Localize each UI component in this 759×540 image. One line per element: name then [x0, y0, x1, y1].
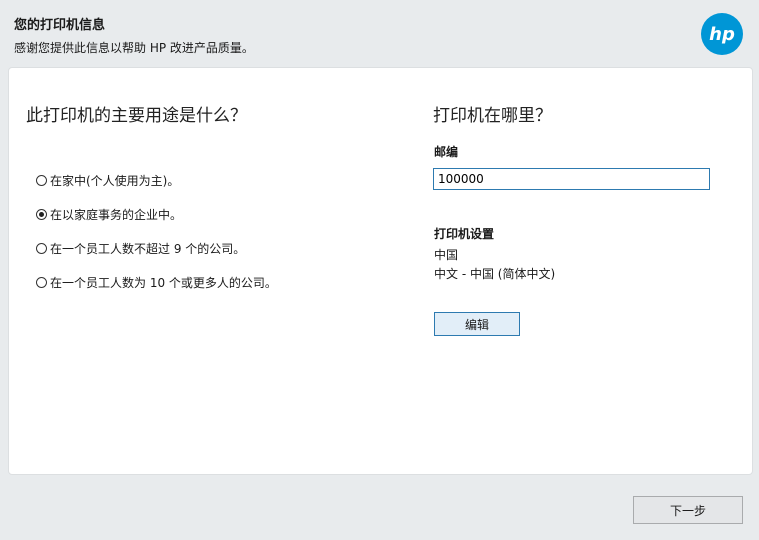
printer-settings-title: 打印机设置	[434, 227, 495, 241]
printer-language: 中文 - 中国 (简体中文)	[434, 267, 556, 281]
content-panel: 此打印机的主要用途是什么？ 在家中(个人使用为主)。 在以家庭事务的企业中。 在…	[8, 67, 753, 475]
radio-button-selected[interactable]	[36, 209, 47, 220]
hp-logo: hp	[701, 13, 743, 55]
radio-button[interactable]	[36, 277, 47, 288]
usage-option-label: 在家中(个人使用为主)。	[50, 174, 180, 188]
edit-button[interactable]: 编辑	[434, 312, 520, 336]
radio-button[interactable]	[36, 175, 47, 186]
zip-label: 邮编	[434, 145, 459, 159]
usage-option-small-company[interactable]: 在一个员工人数不超过 9 个的公司。	[36, 240, 245, 257]
usage-option-label: 在以家庭事务的企业中。	[50, 208, 183, 222]
usage-option-home-business[interactable]: 在以家庭事务的企业中。	[36, 206, 182, 223]
hp-logo-text: hp	[709, 24, 735, 45]
radio-button[interactable]	[36, 243, 47, 254]
usage-option-large-company[interactable]: 在一个员工人数为 10 个或更多人的公司。	[36, 274, 277, 291]
next-button[interactable]: 下一步	[633, 496, 743, 524]
header-title: 您的打印机信息	[14, 18, 106, 33]
usage-option-home[interactable]: 在家中(个人使用为主)。	[36, 172, 179, 189]
usage-heading: 此打印机的主要用途是什么？	[26, 106, 247, 126]
hp-logo-icon: hp	[709, 24, 735, 45]
usage-option-label: 在一个员工人数为 10 个或更多人的公司。	[50, 276, 277, 290]
location-heading: 打印机在哪里？	[433, 106, 552, 126]
printer-country: 中国	[434, 248, 459, 262]
usage-option-label: 在一个员工人数不超过 9 个的公司。	[50, 242, 246, 256]
header-subtitle: 感谢您提供此信息以帮助 HP 改进产品质量。	[14, 41, 254, 55]
zip-input[interactable]	[433, 168, 710, 190]
